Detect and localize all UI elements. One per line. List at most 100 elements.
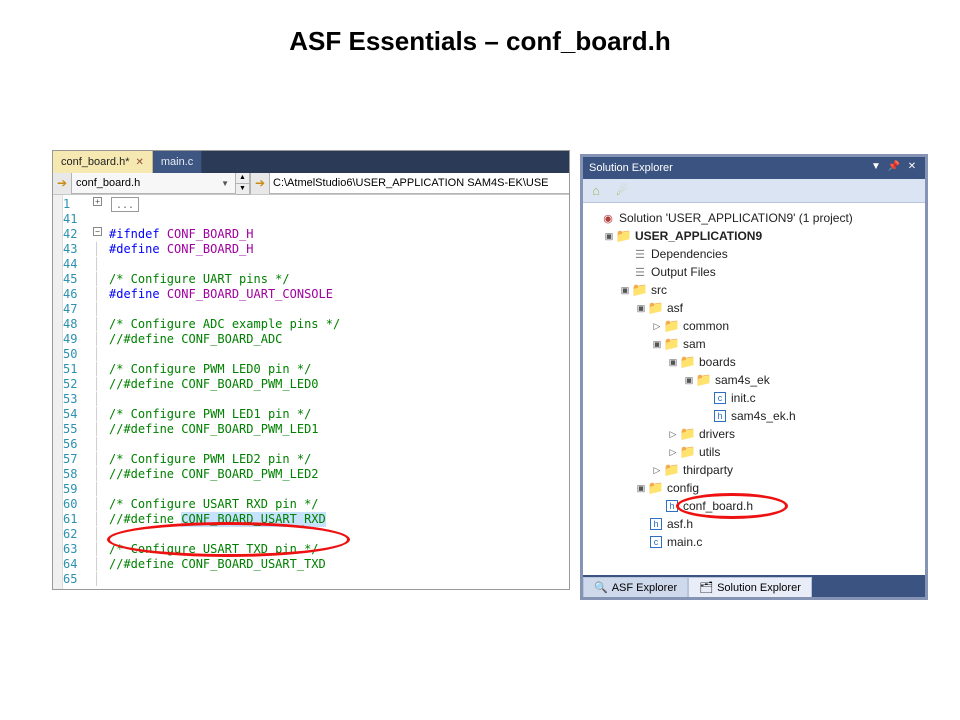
tree-item[interactable]: ▣📁config — [587, 479, 921, 497]
tree-expand-icon[interactable]: ▷ — [667, 447, 679, 458]
tree-item-label: drivers — [697, 427, 735, 441]
editor-tab[interactable]: main.c — [153, 151, 202, 173]
tree-item-label: boards — [697, 355, 736, 369]
nav-arrow-icon: ➔ — [251, 173, 269, 194]
fold-collapse-icon[interactable]: − — [93, 227, 102, 236]
scope-step-down-button[interactable]: ▼ — [236, 184, 250, 195]
code-token: CONF_BOARD_H — [167, 242, 254, 257]
tree-item-label: asf — [665, 301, 683, 315]
tree-collapse-icon[interactable]: ▣ — [683, 375, 695, 386]
pin-icon[interactable]: 📌 — [887, 161, 901, 175]
tree-item[interactable]: hasf.h — [587, 515, 921, 533]
tree-item-label: Output Files — [649, 265, 716, 279]
line-number-gutter: 1414243444546474849505152535455565758596… — [63, 195, 93, 589]
code-area[interactable]: 1414243444546474849505152535455565758596… — [53, 195, 569, 589]
tree-item-label: thirdparty — [681, 463, 733, 477]
close-icon[interactable]: ✕ — [905, 161, 919, 175]
editor-tab[interactable]: conf_board.h*✕ — [53, 151, 153, 173]
folder-icon: 📁 — [695, 372, 713, 388]
code-token: #define — [109, 242, 160, 257]
code-token — [160, 287, 167, 302]
ref-icon: ☰ — [631, 248, 649, 261]
code-token: #ifndef — [109, 227, 160, 242]
tree-collapse-icon[interactable]: ▣ — [635, 483, 647, 494]
panel-tab[interactable]: 🔍ASF Explorer — [583, 577, 688, 597]
tree-item-label: USER_APPLICATION9 — [633, 229, 762, 243]
code-token: /* Configure UART pins */ — [109, 272, 290, 287]
folder-icon: 📁 — [679, 426, 697, 442]
solution-explorer-title: Solution Explorer — [589, 162, 865, 174]
tree-item[interactable]: cmain.c — [587, 533, 921, 551]
folder-icon: 📁 — [679, 444, 697, 460]
code-editor-panel: conf_board.h*✕main.c ➔ conf_board.h ▼ ▲ … — [52, 150, 570, 590]
tree-item[interactable]: hsam4s_ek.h — [587, 407, 921, 425]
code-token: //#define CONF_BOARD_PWM_LED2 — [109, 467, 319, 482]
tree-item[interactable]: ☰Dependencies — [587, 245, 921, 263]
tree-item[interactable]: ◉Solution 'USER_APPLICATION9' (1 project… — [587, 209, 921, 227]
code-token: /* Configure PWM LED1 pin */ — [109, 407, 311, 422]
tree-collapse-icon[interactable]: ▣ — [667, 357, 679, 368]
tree-item[interactable]: ▷📁thirdparty — [587, 461, 921, 479]
tree-item-label: main.c — [665, 535, 702, 549]
home-icon[interactable]: ⌂ — [587, 182, 605, 200]
tree-item[interactable]: ▷📁common — [587, 317, 921, 335]
folder-icon: 📁 — [615, 228, 633, 244]
sol-icon: ◉ — [599, 212, 617, 225]
tree-item-label: sam4s_ek — [713, 373, 770, 387]
code-text[interactable]: ... #ifndef CONF_BOARD_H #define CONF_BOAR… — [107, 195, 569, 589]
code-token: CONF_BOARD_USART_RXD — [181, 512, 326, 527]
tree-collapse-icon[interactable]: ▣ — [651, 339, 663, 350]
tree-item[interactable]: ▷📁drivers — [587, 425, 921, 443]
h-icon: h — [650, 518, 662, 530]
tree-item[interactable]: ▣📁asf — [587, 299, 921, 317]
tree-item[interactable]: ▣📁USER_APPLICATION9 — [587, 227, 921, 245]
collapsed-region[interactable]: ... — [111, 197, 139, 212]
gutter — [53, 195, 63, 589]
tree-item[interactable]: cinit.c — [587, 389, 921, 407]
code-token: //#define CONF_BOARD_PWM_LED0 — [109, 377, 319, 392]
tree-item-label: src — [649, 283, 667, 297]
tree-expand-icon[interactable]: ▷ — [651, 465, 663, 476]
tree-item-label: asf.h — [665, 517, 693, 531]
tree-item-label: conf_board.h — [681, 499, 753, 513]
tree-collapse-icon[interactable]: ▣ — [603, 231, 615, 242]
solution-tree[interactable]: ◉Solution 'USER_APPLICATION9' (1 project… — [583, 203, 925, 555]
show-all-icon[interactable]: ☄ — [613, 182, 631, 200]
fold-expand-icon[interactable]: + — [93, 197, 102, 206]
panel-bottom-tabs: 🔍ASF Explorer🗂Solution Explorer — [583, 575, 925, 597]
code-token — [160, 227, 167, 242]
editor-tab-strip: conf_board.h*✕main.c — [53, 151, 569, 173]
scope-steppers: ▲ ▼ — [236, 173, 251, 194]
tree-item[interactable]: ▷📁utils — [587, 443, 921, 461]
scope-step-up-button[interactable]: ▲ — [236, 173, 250, 184]
nav-arrow-icon: ➔ — [53, 173, 71, 194]
code-token: /* Configure ADC example pins */ — [109, 317, 340, 332]
code-token: /* Configure PWM LED2 pin */ — [109, 452, 311, 467]
panel-tab[interactable]: 🗂Solution Explorer — [688, 577, 812, 597]
code-token: //#define CONF_BOARD_PWM_LED1 — [109, 422, 319, 437]
tree-item[interactable]: ☰Output Files — [587, 263, 921, 281]
panel-tab-icon: 🔍 — [594, 581, 608, 594]
tree-item-label: sam — [681, 337, 706, 351]
code-token: #define — [109, 287, 160, 302]
tree-collapse-icon[interactable]: ▣ — [619, 285, 631, 296]
tree-item[interactable]: ▣📁sam — [587, 335, 921, 353]
tree-item[interactable]: ▣📁boards — [587, 353, 921, 371]
dropdown-icon[interactable]: ▼ — [869, 161, 883, 175]
code-token: CONF_BOARD_H — [167, 227, 254, 242]
tree-collapse-icon[interactable]: ▣ — [635, 303, 647, 314]
tree-expand-icon[interactable]: ▷ — [651, 321, 663, 332]
panel-tab-label: Solution Explorer — [717, 582, 801, 594]
close-icon[interactable]: ✕ — [136, 157, 144, 168]
c-icon: c — [650, 536, 662, 548]
tree-expand-icon[interactable]: ▷ — [667, 429, 679, 440]
code-token — [160, 242, 167, 257]
tree-item[interactable]: ▣📁sam4s_ek — [587, 371, 921, 389]
tree-item-label: sam4s_ek.h — [729, 409, 796, 423]
c-icon: c — [714, 392, 726, 404]
code-token: /* Configure USART RXD pin */ — [109, 497, 319, 512]
scope-dropdown[interactable]: conf_board.h ▼ — [71, 173, 236, 194]
tree-item[interactable]: ▣📁src — [587, 281, 921, 299]
tree-item[interactable]: hconf_board.h — [587, 497, 921, 515]
code-token: //#define CONF_BOARD_ADC — [109, 332, 282, 347]
